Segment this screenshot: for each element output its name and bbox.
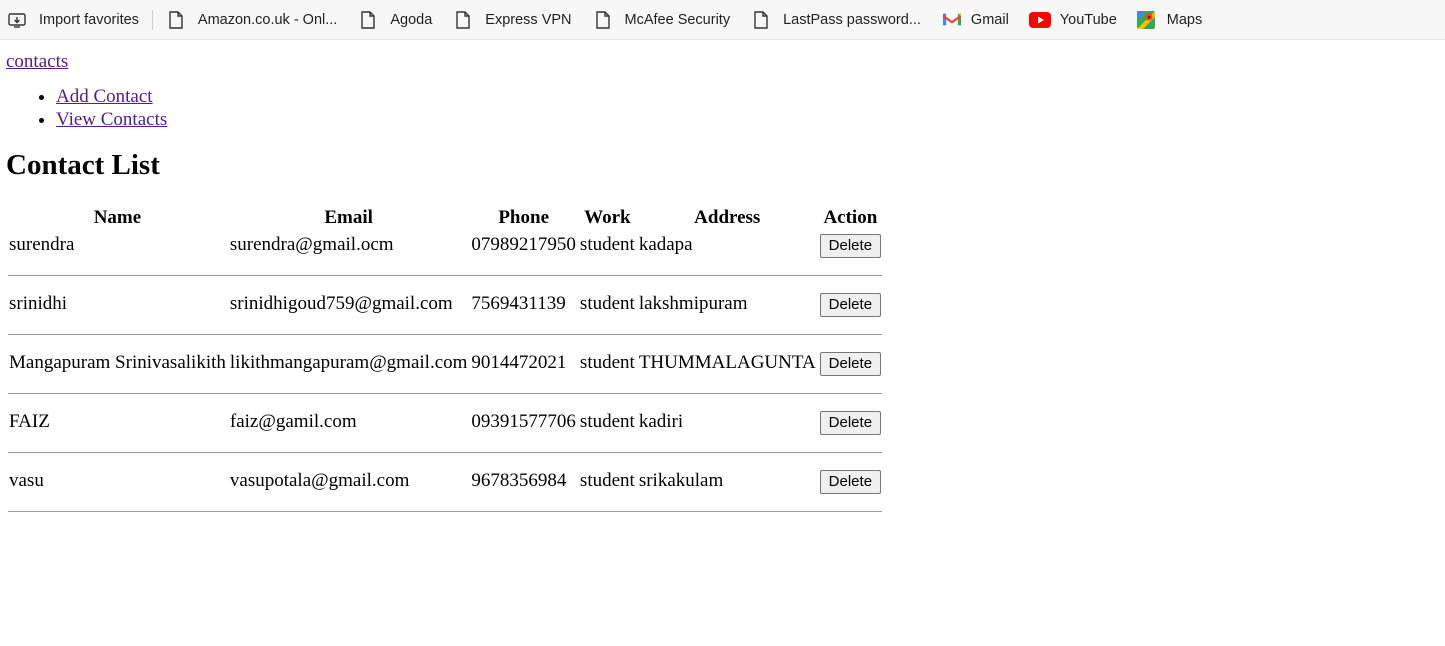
column-header-email: Email [324,206,373,228]
favorite-label: Amazon.co.uk - Onl... [197,11,338,28]
column-header-name: Name [93,206,142,228]
table-row: surendra surendra@gmail.ocm 07989217950 … [8,233,882,259]
row-divider [8,320,883,349]
favorite-label: Maps [1166,11,1203,28]
view-contacts-link[interactable]: View Contacts [56,109,167,130]
cell-work: student [579,293,635,315]
table-row: FAIZ faiz@gamil.com 09391577706 student … [8,410,882,436]
cell-address: kadapa [638,234,693,256]
favorite-gmail[interactable]: Gmail [942,11,1009,29]
cell-work: student [579,352,635,374]
row-divider [8,261,883,290]
favorite-label: Agoda [390,11,433,28]
nav-item-view-contacts: View Contacts [56,108,1445,131]
gmail-icon [942,11,961,29]
nav-list: Add Contact View Contacts [6,85,1445,131]
cell-name: srinidhi [9,293,68,315]
youtube-icon [1028,11,1051,29]
favorites-bar: Import favorites Amazon.co.uk - Onl... A… [0,0,1445,40]
cell-phone: 9014472021 [471,352,567,374]
cell-email: likithmangapuram@gmail.com [229,352,468,374]
favorite-label: Gmail [970,11,1009,28]
cell-name: Mangapuram Srinivasalikith [9,352,226,374]
favorite-import[interactable]: Import favorites [8,11,139,29]
cell-action: Delete [819,351,882,377]
page-icon [167,10,185,29]
cell-phone: 09391577706 [471,411,576,433]
row-divider [8,438,883,467]
horizontal-rule [8,510,883,512]
cell-phone: 07989217950 [471,234,576,256]
favorite-youtube[interactable]: YouTube [1028,11,1117,29]
delete-button[interactable]: Delete [819,233,882,258]
horizontal-rule [8,333,883,335]
page-icon [752,10,770,29]
cell-phone: 7569431139 [471,293,566,315]
table-header-row: Name Email Phone Work Address Action [8,206,882,231]
column-header-action: Action [823,206,878,228]
cell-name: surendra [9,234,75,256]
add-contact-link[interactable]: Add Contact [56,86,153,107]
row-divider [8,497,883,526]
page-icon [594,10,612,29]
cell-work: student [579,411,635,433]
cell-name: FAIZ [9,411,50,433]
favorite-label: YouTube [1059,11,1117,28]
page-icon [359,10,377,29]
favorite-label: Express VPN [485,11,572,28]
page-content: contacts Add Contact View Contacts Conta… [0,40,1445,528]
column-header-address: Address [694,206,761,228]
maps-icon [1136,10,1155,29]
delete-button[interactable]: Delete [819,469,882,494]
favorite-label: Import favorites [39,11,139,28]
contacts-table: Name Email Phone Work Address Action sur… [6,204,884,528]
import-icon [8,11,26,29]
delete-button[interactable]: Delete [819,351,882,376]
cell-email: surendra@gmail.ocm [229,234,394,256]
table-row: srinidhi srinidhigoud759@gmail.com 75694… [8,292,882,318]
cell-address: THUMMALAGUNTA [638,352,816,374]
column-header-phone: Phone [498,206,550,228]
cell-email: faiz@gamil.com [229,411,357,433]
favorite-mcafee[interactable]: McAfee Security [594,10,731,29]
favorite-amazon[interactable]: Amazon.co.uk - Onl... [167,10,338,29]
row-divider [8,379,883,408]
cell-address: srikakulam [638,470,724,492]
column-header-work: Work [584,206,631,228]
favorite-lastpass[interactable]: LastPass password... [752,10,921,29]
horizontal-rule [8,451,883,453]
cell-email: vasupotala@gmail.com [229,470,410,492]
cell-action: Delete [819,469,882,495]
horizontal-rule [8,392,883,394]
table-row: vasu vasupotala@gmail.com 9678356984 stu… [8,469,882,495]
favorite-maps[interactable]: Maps [1136,10,1203,29]
page-icon [454,10,472,29]
favorite-label: LastPass password... [783,11,921,28]
cell-action: Delete [819,410,882,436]
cell-name: vasu [9,470,44,492]
cell-phone: 9678356984 [471,470,567,492]
favorite-express-vpn[interactable]: Express VPN [454,10,572,29]
cell-work: student [579,234,635,256]
nav-item-add-contact: Add Contact [56,85,1445,108]
cell-address: kadiri [638,411,684,433]
page-title: Contact List [6,148,160,181]
favorite-agoda[interactable]: Agoda [359,10,433,29]
cell-action: Delete [819,292,882,318]
cell-work: student [579,470,635,492]
cell-action: Delete [819,233,882,259]
favorites-separator [151,9,153,30]
horizontal-rule [8,274,883,276]
cell-email: srinidhigoud759@gmail.com [229,293,453,315]
favorite-label: McAfee Security [624,11,731,28]
brand-link[interactable]: contacts [6,51,68,74]
delete-button[interactable]: Delete [819,410,882,435]
delete-button[interactable]: Delete [819,292,882,317]
table-row: Mangapuram Srinivasalikith likithmangapu… [8,351,882,377]
cell-address: lakshmipuram [638,293,748,315]
